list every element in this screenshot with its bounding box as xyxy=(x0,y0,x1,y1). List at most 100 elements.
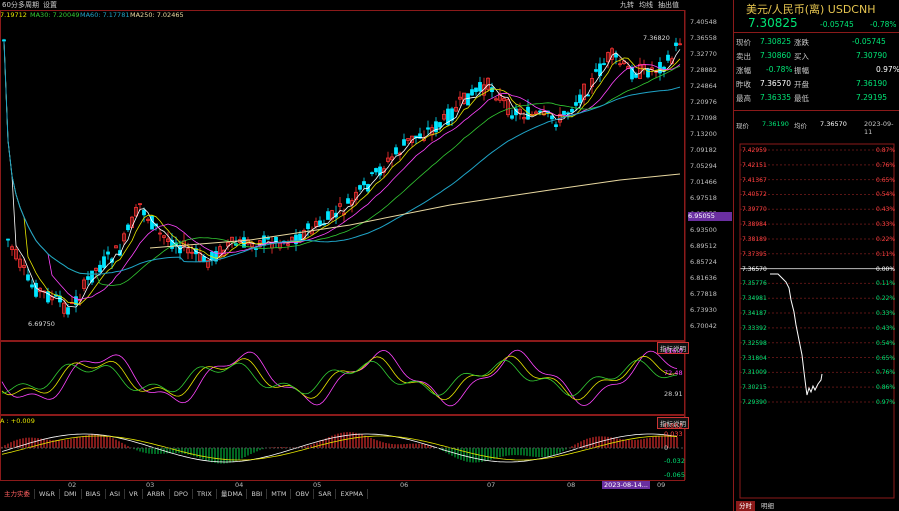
avg-label: 均价 xyxy=(794,122,807,130)
ma60-line xyxy=(3,40,681,275)
tab-details[interactable]: 明细 xyxy=(758,501,777,511)
candle-down xyxy=(6,238,10,241)
intraday-price-tick: 7.37395 xyxy=(742,250,767,258)
tab-vr[interactable]: VR xyxy=(125,489,143,499)
tab-dmi[interactable]: DMI xyxy=(60,489,82,499)
month-label: 09 xyxy=(657,481,666,489)
month-label: 04 xyxy=(235,481,244,489)
month-label: 02 xyxy=(68,481,77,489)
month-label: 03 xyxy=(146,481,155,489)
candle-down xyxy=(602,63,606,65)
tab-trix[interactable]: TRIX xyxy=(193,489,217,499)
row-value: 7.30790 xyxy=(856,51,888,60)
current-price-marker: 6.95055 xyxy=(688,212,732,221)
price-tick: 7.40548 xyxy=(690,18,717,26)
price-change-pct: -0.78% xyxy=(870,20,897,29)
tab-mtm[interactable]: MTM xyxy=(267,489,292,499)
intraday-pct-tick: 0.11% xyxy=(876,250,896,258)
price-tick: 7.32770 xyxy=(690,50,717,58)
candle-down xyxy=(614,53,618,58)
macd-tick: 0.033 xyxy=(664,430,683,438)
candle-down xyxy=(86,276,90,280)
macd-tick: -0.065 xyxy=(664,471,685,479)
row-value: -0.05745 xyxy=(852,37,886,46)
intraday-pct-tick: 0.76% xyxy=(876,161,896,169)
intraday-date: 2023-09-11 xyxy=(864,120,894,136)
candle-down xyxy=(550,115,554,120)
intraday-pct-tick: 0.22% xyxy=(876,295,896,303)
candle-down xyxy=(266,237,270,240)
tab-arbr[interactable]: ARBR xyxy=(143,489,170,499)
tab-dpo[interactable]: DPO xyxy=(170,489,193,499)
tab-sar[interactable]: SAR xyxy=(314,489,337,499)
price-tick: 7.17098 xyxy=(690,114,717,122)
intraday-price-line xyxy=(770,273,823,396)
osc-line-a xyxy=(1,349,678,407)
intraday-pct-tick: 0.76% xyxy=(876,369,896,377)
intraday-price-tick: 7.38189 xyxy=(742,235,767,243)
candle-down xyxy=(450,108,454,121)
intraday-price-tick: 7.32598 xyxy=(742,339,767,347)
price-tick: 6.85724 xyxy=(690,258,717,266)
price-tick: 7.09182 xyxy=(690,146,717,154)
row-label: 振幅 xyxy=(794,66,809,75)
intraday-price-tick: 7.42151 xyxy=(742,161,767,169)
price-panel-frame xyxy=(0,10,685,341)
intraday-header: 现价 7.36190 均价 7.36570 2023-09-11 xyxy=(736,120,898,136)
intraday-pct-tick: 0.54% xyxy=(876,339,896,347)
price-tick: 7.13200 xyxy=(690,130,717,138)
osc-tick: 28.91 xyxy=(664,390,683,398)
candle-down xyxy=(474,87,478,92)
tab-wr[interactable]: W&R xyxy=(35,489,61,499)
symbol-title: 美元/人民币(离) USDCNH xyxy=(746,3,876,16)
quote-row: 涨幅 -0.78% 振幅 0.97% xyxy=(736,65,899,76)
price-tick: 7.01466 xyxy=(690,178,717,186)
intraday-pct-tick: 0.87% xyxy=(876,147,896,154)
candle-down xyxy=(98,264,102,273)
candle-down xyxy=(674,42,678,46)
osc-tick: 116.0 xyxy=(664,347,683,355)
quote-row: 最高 7.36335 最低 7.29195 xyxy=(736,93,898,104)
tab-obv[interactable]: OBV xyxy=(291,489,315,499)
tab-expma[interactable]: EXPMA xyxy=(336,489,369,499)
tab-dma[interactable]: 量DMA xyxy=(217,489,248,499)
kline-chart-area[interactable]: 60分 多周期 设置 九转 均线 抽出值 7.19712 MA30: 7.200… xyxy=(0,0,732,511)
intraday-pct-tick: 0.43% xyxy=(876,206,896,214)
tab-intraday[interactable]: 分时 xyxy=(736,501,755,511)
price-tick: 7.24864 xyxy=(690,82,717,90)
row-label: 涨幅 xyxy=(736,66,751,75)
tab-main-force[interactable]: 主力实委 xyxy=(0,489,35,499)
candle-down xyxy=(66,307,70,315)
intraday-pct-tick: 0.54% xyxy=(876,191,896,199)
intraday-price-tick: 7.35776 xyxy=(742,280,767,288)
intraday-price-tick: 7.42959 xyxy=(742,147,767,154)
price-tick: 6.73930 xyxy=(690,306,717,314)
intraday-price-tick: 7.31009 xyxy=(742,369,767,377)
tab-bbi[interactable]: BBI xyxy=(247,489,268,499)
intraday-price-tick: 7.34187 xyxy=(742,310,767,318)
candle-down xyxy=(666,54,670,61)
intraday-pct-tick: 0.22% xyxy=(876,235,896,243)
intraday-price-tick: 7.41367 xyxy=(742,176,767,184)
macd-tick: 0.052 xyxy=(664,422,683,430)
tab-asi[interactable]: ASI xyxy=(106,489,125,499)
candle-down xyxy=(510,115,514,119)
macd-tick: 0 xyxy=(664,444,669,452)
price-tick: 6.89512 xyxy=(690,242,717,250)
row-label: 最低 xyxy=(794,94,809,103)
row-label: 现价 xyxy=(736,38,751,47)
indicator-tab-bar: 主力实委 W&R DMI BIAS ASI VR ARBR DPO TRIX 量… xyxy=(0,489,369,499)
cursor-date-label: 2023-08-14... xyxy=(602,481,650,489)
osc-tick: 72.48 xyxy=(664,369,683,377)
row-value: 7.36190 xyxy=(856,79,888,88)
row-value: 7.29195 xyxy=(856,93,888,102)
candle-down xyxy=(466,93,470,106)
candle-down xyxy=(574,102,578,106)
row-label: 昨收 xyxy=(736,80,751,89)
divider xyxy=(734,110,899,111)
quote-panel: 美元/人民币(离) USDCNH 7.30825 -0.05745 -0.78%… xyxy=(733,0,899,511)
tab-bias[interactable]: BIAS xyxy=(82,489,106,499)
row-label: 卖出 xyxy=(736,52,751,61)
price-tick: 7.36558 xyxy=(690,34,717,42)
row-label: 买入 xyxy=(794,52,809,61)
